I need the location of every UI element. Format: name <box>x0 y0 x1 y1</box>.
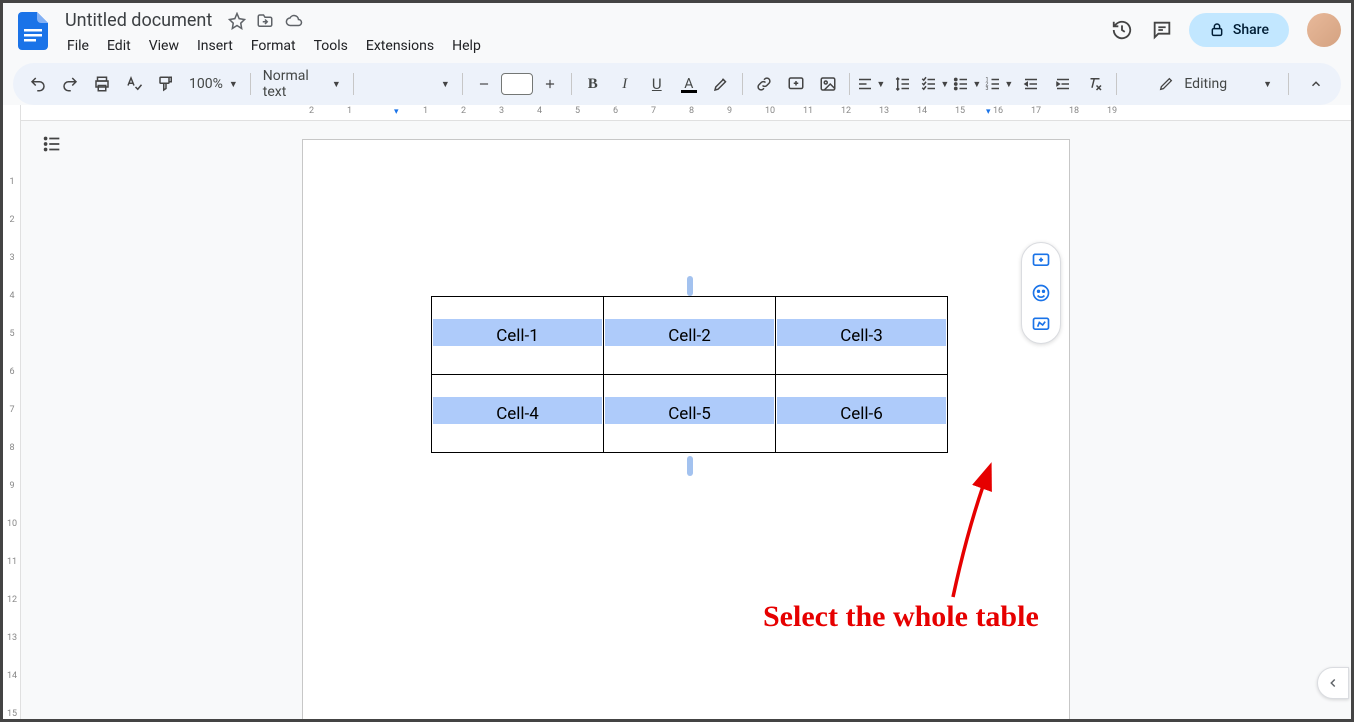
print-icon[interactable] <box>87 69 117 99</box>
redo-icon[interactable] <box>55 69 85 99</box>
menu-edit[interactable]: Edit <box>99 34 139 58</box>
bulleted-list-icon[interactable]: ▼ <box>952 69 982 99</box>
collapse-toolbar-icon[interactable] <box>1301 69 1331 99</box>
link-icon[interactable] <box>749 69 779 99</box>
spellcheck-icon[interactable] <box>119 69 149 99</box>
zoom-dropdown[interactable]: 100%▼ <box>183 76 244 92</box>
decrease-font-icon[interactable] <box>469 69 499 99</box>
underline-icon[interactable]: U <box>642 69 672 99</box>
menu-help[interactable]: Help <box>444 34 489 58</box>
annotation-text: Select the whole table <box>763 600 1039 634</box>
docs-logo-icon[interactable] <box>13 11 53 51</box>
clear-formatting-icon[interactable] <box>1080 69 1110 99</box>
indent-marker-right[interactable]: ▾ <box>986 107 991 117</box>
add-emoji-bubble-icon[interactable] <box>1031 283 1051 303</box>
add-comment-bubble-icon[interactable] <box>1031 251 1051 271</box>
checklist-icon[interactable]: ▼ <box>920 69 950 99</box>
star-icon[interactable] <box>228 12 246 30</box>
paint-format-icon[interactable] <box>151 69 181 99</box>
table-cell[interactable]: Cell-2 <box>604 297 776 375</box>
editing-mode-dropdown[interactable]: Editing ▼ <box>1148 76 1282 92</box>
insert-image-icon[interactable] <box>813 69 843 99</box>
share-label: Share <box>1233 22 1269 38</box>
document-title[interactable]: Untitled document <box>59 9 218 32</box>
horizontal-ruler: ▾ ▾ 2112345678910111213141516171819 <box>21 105 1351 121</box>
document-outline-icon[interactable] <box>41 133 63 155</box>
menu-bar: File Edit View Insert Format Tools Exten… <box>59 34 1109 58</box>
table-cell[interactable]: Cell-3 <box>776 297 948 375</box>
title-bar: Untitled document File Edit View Insert … <box>3 3 1351 63</box>
bold-icon[interactable]: B <box>578 69 608 99</box>
table-cell[interactable]: Cell-6 <box>776 375 948 453</box>
italic-icon[interactable]: I <box>610 69 640 99</box>
cloud-status-icon[interactable] <box>284 12 302 30</box>
history-icon[interactable] <box>1109 17 1135 43</box>
align-icon[interactable]: ▼ <box>856 69 886 99</box>
explore-panel-toggle-icon[interactable] <box>1317 667 1349 699</box>
menu-view[interactable]: View <box>141 34 187 58</box>
table-cell[interactable]: Cell-4 <box>432 375 604 453</box>
selection-handle-top[interactable] <box>687 276 693 296</box>
svg-text:3: 3 <box>986 86 989 92</box>
move-icon[interactable] <box>256 12 274 30</box>
indent-marker-left[interactable]: ▾ <box>394 107 399 117</box>
menu-file[interactable]: File <box>59 34 97 58</box>
toolbar: 100%▼ Normal text▼ ▼ B I U A ▼ ▼ ▼ 123▼ <box>13 63 1341 105</box>
increase-indent-icon[interactable] <box>1048 69 1078 99</box>
suggest-edit-bubble-icon[interactable] <box>1031 315 1051 335</box>
numbered-list-icon[interactable]: 123▼ <box>984 69 1014 99</box>
annotation-arrow <box>948 467 1008 607</box>
content-table[interactable]: Cell-1Cell-2Cell-3 Cell-4Cell-5Cell-6 <box>431 296 948 453</box>
font-size-input[interactable] <box>501 73 533 95</box>
menu-insert[interactable]: Insert <box>189 34 241 58</box>
undo-icon[interactable] <box>23 69 53 99</box>
share-button[interactable]: Share <box>1189 13 1289 47</box>
font-dropdown[interactable]: ▼ <box>360 79 456 90</box>
comments-icon[interactable] <box>1149 17 1175 43</box>
line-spacing-icon[interactable] <box>888 69 918 99</box>
decrease-indent-icon[interactable] <box>1016 69 1046 99</box>
menu-format[interactable]: Format <box>243 34 304 58</box>
avatar[interactable] <box>1307 13 1341 47</box>
text-color-icon[interactable]: A <box>674 69 704 99</box>
selection-handle-bottom[interactable] <box>687 456 693 476</box>
side-action-bubble <box>1021 242 1061 344</box>
table-cell[interactable]: Cell-5 <box>604 375 776 453</box>
menu-tools[interactable]: Tools <box>306 34 356 58</box>
style-dropdown[interactable]: Normal text▼ <box>257 68 347 100</box>
menu-extensions[interactable]: Extensions <box>358 34 442 58</box>
highlight-icon[interactable] <box>706 69 736 99</box>
table-cell[interactable]: Cell-1 <box>432 297 604 375</box>
add-comment-icon[interactable] <box>781 69 811 99</box>
document-page[interactable]: Cell-1Cell-2Cell-3 Cell-4Cell-5Cell-6 Sel… <box>302 139 1070 719</box>
increase-font-icon[interactable] <box>535 69 565 99</box>
